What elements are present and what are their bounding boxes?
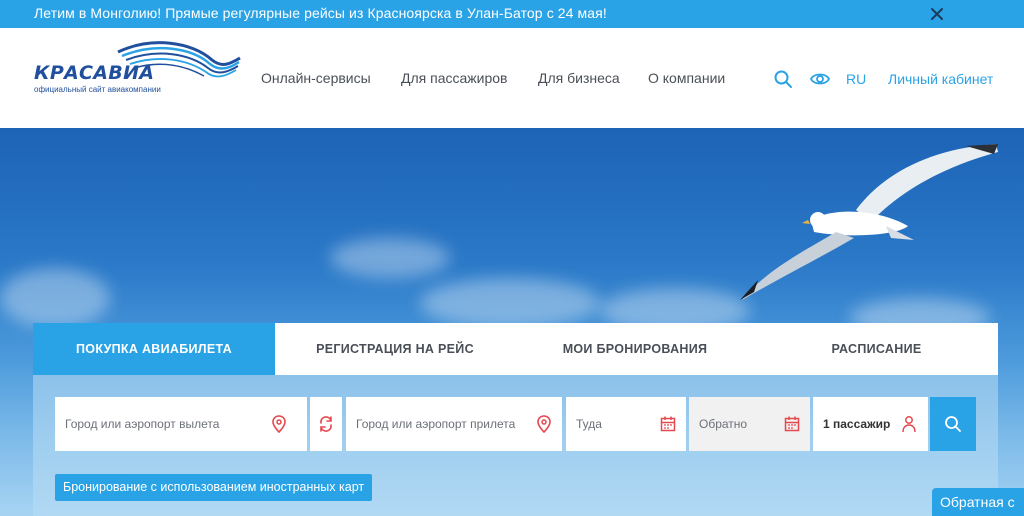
passengers-select[interactable]: 1 пассажир bbox=[813, 397, 928, 451]
return-date-placeholder: Обратно bbox=[699, 417, 748, 431]
search-panel: Город или аэропорт вылета Город или аэро… bbox=[33, 375, 998, 516]
depart-date-input[interactable]: Туда bbox=[566, 397, 686, 451]
person-icon bbox=[902, 416, 916, 433]
nav-about[interactable]: О компании bbox=[648, 70, 725, 86]
seagull-image bbox=[740, 144, 998, 300]
foreign-cards-booking-button[interactable]: Бронирование с использованием иностранны… bbox=[55, 474, 373, 501]
personal-cabinet-link[interactable]: Личный кабинет bbox=[888, 71, 993, 87]
nav-passengers[interactable]: Для пассажиров bbox=[401, 70, 507, 86]
arrival-input[interactable]: Город или аэропорт прилета bbox=[346, 397, 562, 451]
language-switch[interactable]: RU bbox=[846, 71, 866, 87]
feedback-button[interactable]: Обратная с bbox=[932, 488, 1024, 516]
search-icon[interactable] bbox=[773, 69, 793, 89]
location-pin-icon bbox=[272, 415, 286, 433]
logo-name: КРАСАВИА bbox=[34, 62, 155, 84]
departure-placeholder: Город или аэропорт вылета bbox=[65, 417, 220, 431]
announcement-text[interactable]: Летим в Монголию! Прямые регулярные рейс… bbox=[34, 5, 607, 22]
site-header: КРАСАВИА официальный сайт авиакомпании О… bbox=[0, 28, 1024, 128]
depart-date-placeholder: Туда bbox=[576, 417, 602, 431]
arrival-placeholder: Город или аэропорт прилета bbox=[356, 417, 516, 431]
return-date-input[interactable]: Обратно bbox=[689, 397, 810, 451]
tab-my-bookings[interactable]: МОИ БРОНИРОВАНИЯ bbox=[515, 323, 755, 375]
calendar-icon bbox=[660, 416, 676, 432]
calendar-icon bbox=[784, 416, 800, 432]
departure-input[interactable]: Город или аэропорт вылета bbox=[55, 397, 307, 451]
search-flights-button[interactable] bbox=[930, 397, 976, 451]
close-icon[interactable] bbox=[926, 3, 948, 25]
nav-online-services[interactable]: Онлайн-сервисы bbox=[261, 70, 371, 86]
location-pin-icon bbox=[537, 415, 551, 433]
cloud bbox=[330, 238, 450, 278]
eye-icon[interactable] bbox=[809, 69, 831, 89]
search-icon bbox=[945, 416, 961, 432]
swap-button[interactable] bbox=[310, 397, 342, 451]
cloud bbox=[420, 278, 600, 328]
cloud bbox=[0, 268, 110, 328]
booking-widget: ПОКУПКА АВИАБИЛЕТА РЕГИСТРАЦИЯ НА РЕЙС М… bbox=[33, 323, 998, 516]
passengers-value: 1 пассажир bbox=[823, 417, 891, 431]
tab-check-in[interactable]: РЕГИСТРАЦИЯ НА РЕЙС bbox=[275, 323, 515, 375]
tab-buy-ticket[interactable]: ПОКУПКА АВИАБИЛЕТА bbox=[33, 323, 275, 375]
announcement-bar: Летим в Монголию! Прямые регулярные рейс… bbox=[0, 0, 1024, 28]
tab-schedule[interactable]: РАСПИСАНИЕ bbox=[755, 323, 998, 375]
nav-business[interactable]: Для бизнеса bbox=[538, 70, 620, 86]
swap-icon bbox=[320, 416, 332, 432]
booking-tabs: ПОКУПКА АВИАБИЛЕТА РЕГИСТРАЦИЯ НА РЕЙС М… bbox=[33, 323, 998, 375]
logo[interactable]: КРАСАВИА официальный сайт авиакомпании bbox=[32, 38, 242, 98]
logo-subtitle: официальный сайт авиакомпании bbox=[34, 85, 161, 94]
